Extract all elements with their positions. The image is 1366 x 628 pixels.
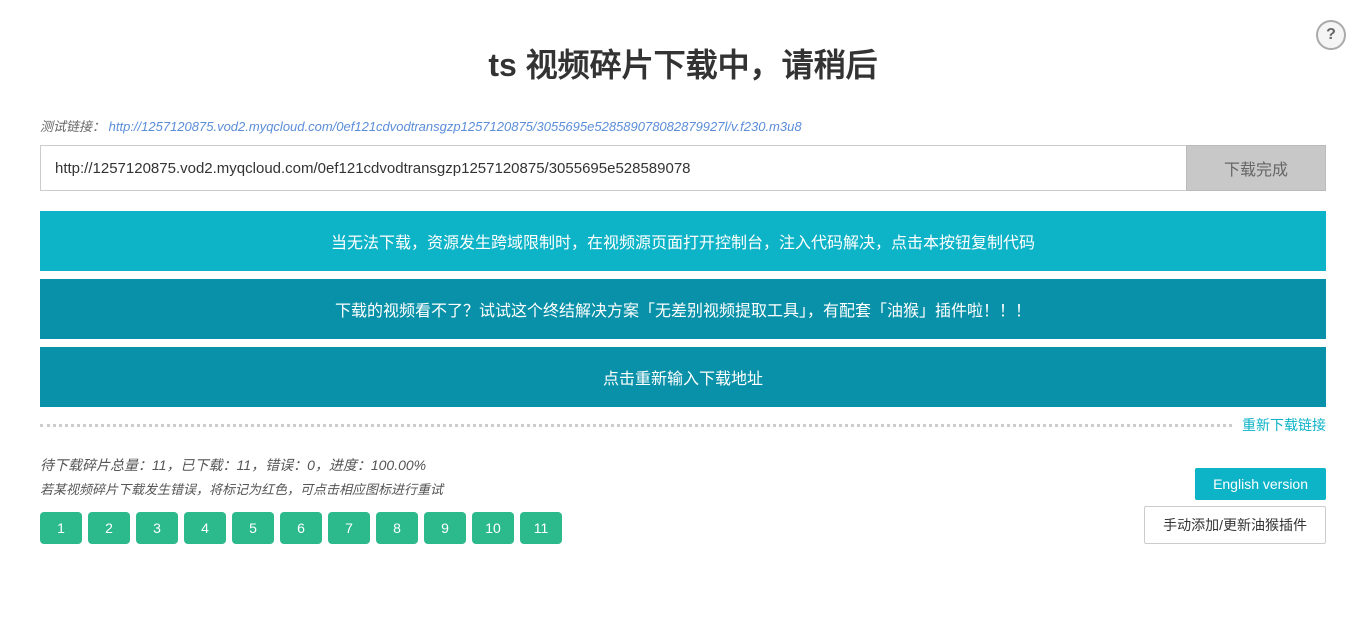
download-complete-button[interactable]: 下载完成 [1186,145,1326,191]
fragment-button-11[interactable]: 11 [520,512,562,544]
fragment-button-3[interactable]: 3 [136,512,178,544]
dotted-divider [40,424,1232,427]
copy-code-button[interactable]: 当无法下载，资源发生跨域限制时，在视频源页面打开控制台，注入代码解决，点击本按钮… [40,211,1326,271]
stats-row: 待下载碎片总量：11，已下载：11，错误：0，进度：100.00% [40,455,1326,475]
fragment-button-1[interactable]: 1 [40,512,82,544]
video-extract-button[interactable]: 下载的视频看不了？试试这个终结解决方案「无差别视频提取工具」，有配套「油猴」插件… [40,279,1326,339]
actions-section: 当无法下载，资源发生跨域限制时，在视频源页面打开控制台，注入代码解决，点击本按钮… [40,211,1326,407]
fragment-button-4[interactable]: 4 [184,512,226,544]
url-row: 下载完成 [40,145,1326,191]
url-input[interactable] [40,145,1186,191]
fragment-button-5[interactable]: 5 [232,512,274,544]
test-link-label: 测试链接： [40,119,105,134]
fragment-button-2[interactable]: 2 [88,512,130,544]
install-plugin-button[interactable]: 手动添加/更新油猴插件 [1144,506,1326,544]
fragment-button-10[interactable]: 10 [472,512,514,544]
redownload-link[interactable]: 重新下载链接 [1242,415,1326,435]
test-link-url[interactable]: http://1257120875.vod2.myqcloud.com/0ef1… [109,119,802,134]
divider-row: 重新下载链接 [40,415,1326,435]
test-link-row: 测试链接： http://1257120875.vod2.myqcloud.co… [40,116,1326,135]
page-title: ts 视频碎片下载中，请稍后 [40,40,1326,86]
fragments-row: 1234567891011 [40,512,1326,544]
fragment-button-9[interactable]: 9 [424,512,466,544]
help-button[interactable]: ? [1316,20,1346,50]
fragment-button-8[interactable]: 8 [376,512,418,544]
fragment-button-7[interactable]: 7 [328,512,370,544]
fragment-button-6[interactable]: 6 [280,512,322,544]
re-input-address-button[interactable]: 点击重新输入下载地址 [40,347,1326,407]
question-mark-icon: ? [1326,26,1336,44]
hint-row: 若某视频碎片下载发生错误，将标记为红色，可点击相应图标进行重试 [40,479,1326,498]
bottom-right-panel: English version 手动添加/更新油猴插件 [1144,468,1326,544]
english-version-button[interactable]: English version [1195,468,1326,500]
